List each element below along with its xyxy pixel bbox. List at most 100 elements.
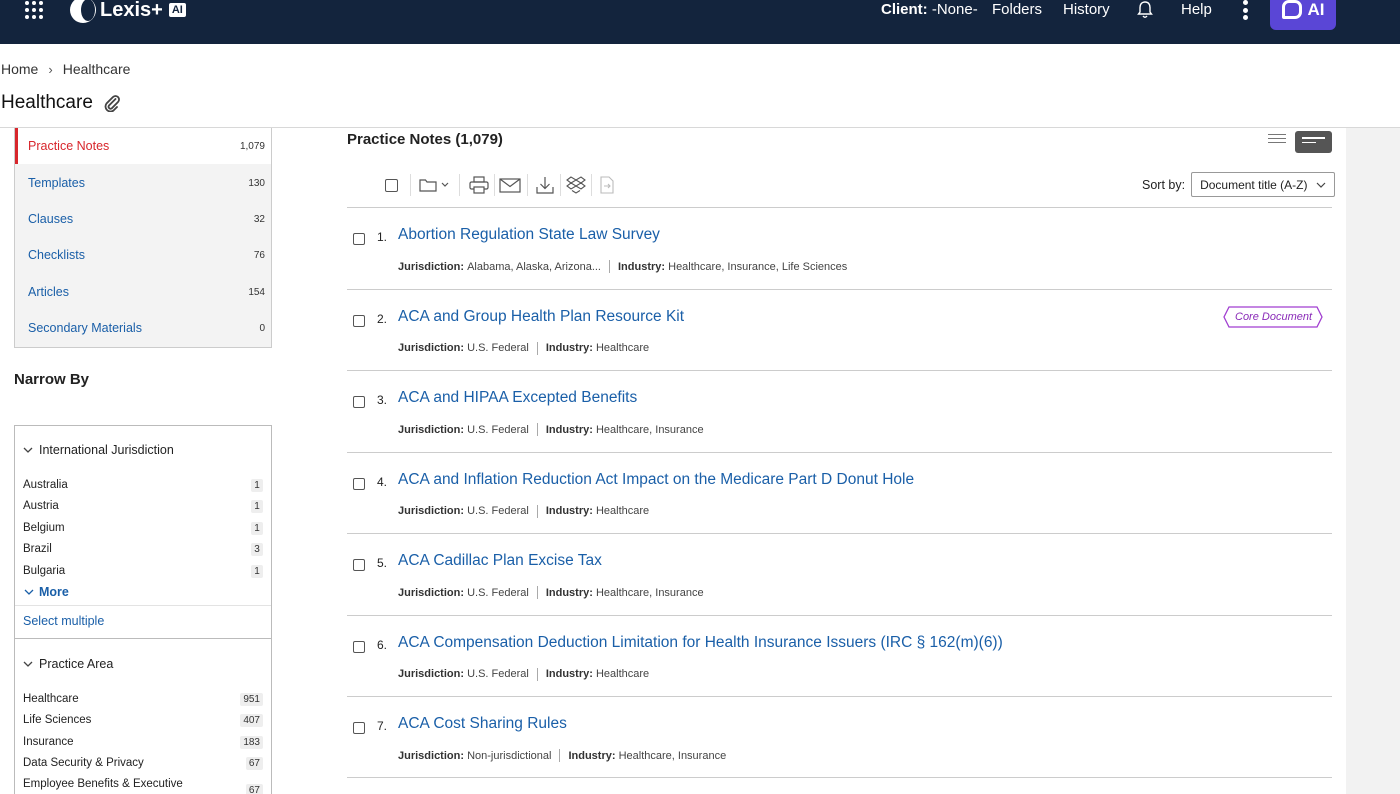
show-more-link[interactable]: More <box>24 585 69 599</box>
result-title-link[interactable]: Abortion Regulation State Law Survey <box>398 226 660 244</box>
folders-link[interactable]: Folders <box>992 1 1042 18</box>
result-meta: Jurisdiction: U.S. Federal Industry: Hea… <box>398 341 649 355</box>
result-row: 6. ACA Compensation Deduction Limitation… <box>347 614 1332 697</box>
industry-label: Industry: <box>545 505 593 517</box>
brand-ai-suffix: AI <box>168 3 186 17</box>
paperclip-icon[interactable] <box>103 94 121 112</box>
filter-item[interactable]: Austria 1 <box>23 497 263 515</box>
filter-heading: Practice Area <box>39 657 114 671</box>
jurisdiction-label: Jurisdiction: <box>398 260 465 273</box>
industry-label: Industry: <box>545 342 593 354</box>
more-options-kebab-icon[interactable] <box>1243 0 1249 20</box>
folder-icon[interactable] <box>417 173 453 197</box>
content-type-count: 0 <box>259 322 265 334</box>
filter-item[interactable]: Data Security & Privacy 67 <box>23 754 263 772</box>
result-row: 1. Abortion Regulation State Law Survey … <box>347 207 1332 289</box>
brand-logo[interactable]: Lexis+ AI <box>70 0 186 24</box>
filter-item-count: 951 <box>240 692 263 706</box>
results-list: 1. Abortion Regulation State Law Survey … <box>347 207 1332 778</box>
content-type-secondary-materials[interactable]: Secondary Materials 0 <box>15 310 271 346</box>
practice-area-toggle[interactable]: Practice Area <box>23 657 113 671</box>
filter-item[interactable]: Insurance 183 <box>23 733 263 751</box>
content-type-label: Clauses <box>28 212 74 226</box>
download-icon[interactable] <box>532 173 558 197</box>
app-grid-icon[interactable] <box>25 1 43 19</box>
international-jurisdiction-toggle[interactable]: International Jurisdiction <box>23 443 174 457</box>
result-checkbox[interactable] <box>353 559 365 571</box>
filter-item[interactable]: Brazil 3 <box>23 540 263 558</box>
result-title-link[interactable]: ACA and HIPAA Excepted Benefits <box>398 389 637 407</box>
content-type-templates[interactable]: Templates 130 <box>15 165 271 201</box>
chevron-down-icon <box>23 447 33 453</box>
filter-item[interactable]: Bulgaria 1 <box>23 562 263 580</box>
sort-select[interactable]: Document title (A-Z) <box>1191 172 1336 197</box>
page-title: Healthcare <box>1 92 93 113</box>
result-title-link[interactable]: ACA and Group Health Plan Resource Kit <box>398 308 684 326</box>
help-link[interactable]: Help <box>1181 1 1212 18</box>
print-icon[interactable] <box>466 173 492 197</box>
filter-item[interactable]: Australia 1 <box>23 476 263 494</box>
jurisdiction-value: U.S. Federal <box>467 586 529 599</box>
export-document-icon[interactable] <box>594 173 620 197</box>
jurisdiction-value: U.S. Federal <box>467 423 529 436</box>
dropbox-icon[interactable] <box>563 173 589 197</box>
filter-item[interactable]: Life Sciences 407 <box>23 711 263 729</box>
client-label: Client: <box>881 1 928 18</box>
filter-item-label: Brazil <box>23 543 52 555</box>
email-icon[interactable] <box>497 173 523 197</box>
narrow-by-heading: Narrow By <box>14 371 90 388</box>
result-title-link[interactable]: ACA Cadillac Plan Excise Tax <box>398 552 602 570</box>
divider <box>591 174 592 196</box>
result-checkbox[interactable] <box>353 314 365 327</box>
result-checkbox[interactable] <box>353 396 365 408</box>
sort-control: Sort by: Document title (A-Z) <box>1142 172 1336 197</box>
industry-value: Healthcare, Insurance <box>595 423 704 436</box>
result-checkbox[interactable] <box>353 233 365 245</box>
jurisdiction-label: Jurisdiction: <box>398 505 465 517</box>
result-checkbox[interactable] <box>353 477 365 490</box>
core-document-badge: Core Document <box>1223 306 1324 328</box>
content-type-clauses[interactable]: Clauses 32 <box>15 201 271 237</box>
select-all-checkbox[interactable] <box>378 173 404 197</box>
result-meta: Jurisdiction: U.S. Federal Industry: Hea… <box>398 667 649 681</box>
result-checkbox[interactable] <box>353 722 365 734</box>
jurisdiction-value: U.S. Federal <box>467 668 529 680</box>
select-multiple-link[interactable]: Select multiple <box>23 614 104 628</box>
filter-item[interactable]: Healthcare 951 <box>23 690 263 708</box>
detailed-view-button[interactable] <box>1295 131 1332 153</box>
right-gutter <box>1346 128 1400 794</box>
divider <box>494 174 495 196</box>
result-number: 7. <box>377 719 388 733</box>
ai-button-label: AI <box>1307 0 1325 19</box>
result-number: 5. <box>377 556 388 570</box>
ai-assistant-button[interactable]: AI <box>1270 0 1336 30</box>
industry-label: Industry: <box>568 749 616 762</box>
meta-divider <box>559 749 561 762</box>
jurisdiction-value: Non-jurisdictional <box>467 749 552 762</box>
ai-chat-icon <box>1281 0 1302 19</box>
chevron-down-icon <box>1316 182 1326 188</box>
result-checkbox[interactable] <box>353 640 365 653</box>
industry-label: Industry: <box>545 423 593 436</box>
result-row: 7. ACA Cost Sharing Rules Jurisdiction: … <box>347 696 1332 778</box>
filter-item[interactable]: Employee Benefits & Executive 67 <box>23 775 263 794</box>
results-title: Practice Notes (1,079) <box>347 131 503 148</box>
result-title-link[interactable]: ACA and Inflation Reduction Act Impact o… <box>398 471 914 489</box>
result-title-link[interactable]: ACA Compensation Deduction Limitation fo… <box>398 634 1003 652</box>
notifications-bell-icon[interactable] <box>1137 1 1153 19</box>
breadcrumb-home-link[interactable]: Home <box>1 61 38 77</box>
compact-view-icon[interactable] <box>1268 134 1286 146</box>
sort-label: Sort by: <box>1142 177 1186 192</box>
filter-item[interactable]: Belgium 1 <box>23 519 263 537</box>
result-number: 3. <box>377 393 388 407</box>
meta-divider <box>609 260 610 273</box>
content-type-checklists[interactable]: Checklists 76 <box>15 237 271 273</box>
breadcrumb: Home › Healthcare <box>1 61 130 77</box>
client-selector[interactable]: Client: -None- <box>881 1 978 18</box>
content-type-articles[interactable]: Articles 154 <box>15 274 271 310</box>
content-type-practice-notes[interactable]: Practice Notes 1,079 <box>15 128 271 164</box>
result-title-link[interactable]: ACA Cost Sharing Rules <box>398 715 567 733</box>
content-type-count: 130 <box>248 177 265 189</box>
history-link[interactable]: History <box>1063 1 1110 18</box>
result-meta: Jurisdiction: U.S. Federal Industry: Hea… <box>398 504 649 518</box>
